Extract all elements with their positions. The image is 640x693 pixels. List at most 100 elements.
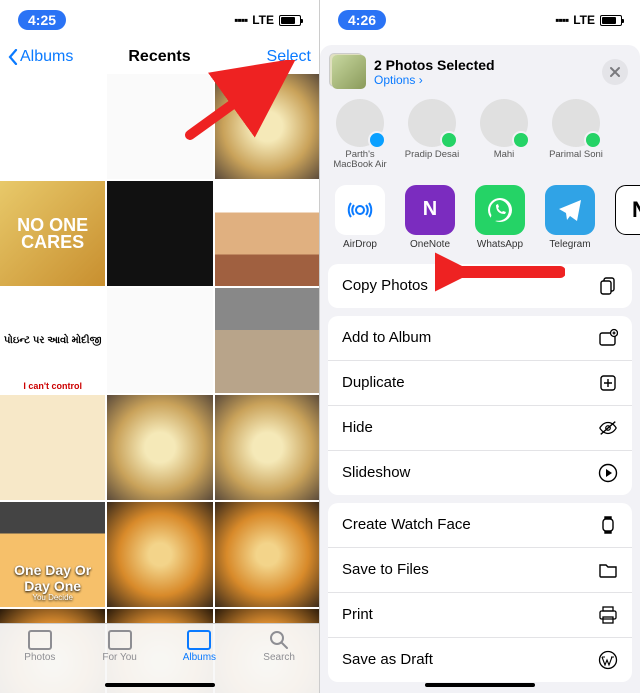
action-row-album[interactable]: Add to Album bbox=[328, 316, 632, 361]
action-label: Save as Draft bbox=[342, 651, 433, 668]
avatar-icon bbox=[480, 99, 528, 147]
photo-thumbnail[interactable] bbox=[215, 288, 320, 393]
share-target[interactable]: Pradip Desai bbox=[402, 99, 462, 171]
battery-icon bbox=[600, 15, 622, 26]
tab-search[interactable]: Search bbox=[239, 630, 319, 663]
tab-foryou[interactable]: For You bbox=[80, 630, 160, 663]
status-right: ▪▪▪▪ LTE bbox=[555, 13, 622, 27]
action-label: Duplicate bbox=[342, 374, 405, 391]
photo-thumbnail[interactable] bbox=[107, 502, 212, 607]
play-icon bbox=[598, 463, 618, 483]
heart-icon bbox=[108, 630, 132, 650]
photo-thumbnail[interactable] bbox=[0, 395, 105, 500]
sheet-title: 2 Photos Selected bbox=[374, 57, 594, 73]
watch-icon bbox=[598, 515, 618, 535]
partial-icon: N bbox=[615, 185, 640, 235]
action-section: Add to Album Duplicate Hide Slideshow bbox=[328, 316, 632, 495]
target-label: Pradip Desai bbox=[405, 150, 459, 170]
wp-icon bbox=[598, 650, 618, 670]
action-row-wp[interactable]: Save as Draft bbox=[328, 638, 632, 682]
photo-thumbnail[interactable] bbox=[107, 395, 212, 500]
target-label: Parimal Soni bbox=[549, 150, 603, 170]
action-row-print[interactable]: Print bbox=[328, 593, 632, 638]
status-right: ▪▪▪▪ LTE bbox=[234, 13, 301, 27]
selection-thumbnail-icon bbox=[332, 55, 366, 89]
avatar-icon bbox=[408, 99, 456, 147]
status-bar: 4:25 ▪▪▪▪ LTE bbox=[0, 0, 319, 40]
close-button[interactable] bbox=[602, 59, 628, 85]
target-label: Parth's MacBook Air bbox=[330, 150, 390, 171]
share-sheet: 2 Photos Selected Options › Parth's MacB… bbox=[320, 45, 640, 693]
home-indicator[interactable] bbox=[425, 683, 535, 687]
action-label: Hide bbox=[342, 419, 373, 436]
target-label: Mahi bbox=[494, 150, 515, 170]
whatsapp-icon bbox=[475, 185, 525, 235]
action-section: Copy Photos bbox=[328, 264, 632, 308]
photo-thumbnail[interactable] bbox=[215, 74, 320, 179]
share-app[interactable]: AirDrop bbox=[332, 185, 388, 250]
chevron-left-icon bbox=[8, 49, 18, 65]
photo-thumbnail[interactable] bbox=[107, 288, 212, 393]
avatar-icon bbox=[552, 99, 600, 147]
battery-icon bbox=[279, 15, 301, 26]
app-label: WhatsApp bbox=[477, 239, 523, 250]
photo-thumbnail[interactable] bbox=[107, 74, 212, 179]
photo-thumbnail[interactable] bbox=[215, 502, 320, 607]
share-app[interactable]: WhatsApp bbox=[472, 185, 528, 250]
status-clock: 4:25 bbox=[18, 10, 66, 30]
options-button[interactable]: Options › bbox=[374, 73, 594, 87]
share-targets-row[interactable]: Parth's MacBook Air Pradip Desai Mahi Parim… bbox=[320, 99, 640, 177]
onenote-icon: N bbox=[405, 185, 455, 235]
action-row-copy[interactable]: Copy Photos bbox=[328, 264, 632, 308]
action-row-duplicate[interactable]: Duplicate bbox=[328, 361, 632, 406]
share-target[interactable]: Mahi bbox=[474, 99, 534, 171]
status-clock: 4:26 bbox=[338, 10, 386, 30]
sheet-header: 2 Photos Selected Options › bbox=[320, 45, 640, 99]
action-row-watch[interactable]: Create Watch Face bbox=[328, 503, 632, 548]
action-row-play[interactable]: Slideshow bbox=[328, 451, 632, 495]
nav-header: Albums Recents Select bbox=[0, 40, 319, 74]
share-app[interactable]: N bbox=[612, 185, 640, 250]
share-apps-row[interactable]: AirDrop N OneNote WhatsApp Telegram N bbox=[320, 177, 640, 256]
telegram-icon bbox=[545, 185, 595, 235]
photos-icon bbox=[28, 630, 52, 650]
app-label: OneNote bbox=[410, 239, 450, 250]
photo-grid: NO ONE CARES પોઇન્ટ પર આવો મોદીજી I can'… bbox=[0, 74, 320, 693]
avatar-icon bbox=[336, 99, 384, 147]
photo-thumbnail[interactable]: પોઇન્ટ પર આવો મોદીજી I can't control bbox=[0, 288, 105, 393]
back-label: Albums bbox=[20, 48, 73, 66]
tab-photos[interactable]: Photos bbox=[0, 630, 80, 663]
home-indicator[interactable] bbox=[105, 683, 215, 687]
select-button[interactable]: Select bbox=[267, 48, 311, 66]
share-app[interactable]: Telegram bbox=[542, 185, 598, 250]
photo-thumbnail[interactable] bbox=[215, 395, 320, 500]
share-target[interactable]: Parth's MacBook Air bbox=[330, 99, 390, 171]
copy-icon bbox=[598, 276, 618, 296]
photo-thumbnail[interactable] bbox=[215, 181, 320, 286]
action-label: Add to Album bbox=[342, 329, 431, 346]
action-row-folder[interactable]: Save to Files bbox=[328, 548, 632, 593]
folder-icon bbox=[598, 560, 618, 580]
action-label: Print bbox=[342, 606, 373, 623]
airdrop-icon bbox=[335, 185, 385, 235]
hide-icon bbox=[598, 418, 618, 438]
albums-icon bbox=[187, 630, 211, 650]
photo-thumbnail[interactable]: NO ONE CARES bbox=[0, 181, 105, 286]
photo-thumbnail[interactable] bbox=[0, 74, 105, 179]
action-label: Copy Photos bbox=[342, 277, 428, 294]
back-button[interactable]: Albums bbox=[8, 48, 73, 66]
share-app[interactable]: N OneNote bbox=[402, 185, 458, 250]
action-label: Save to Files bbox=[342, 561, 429, 578]
signal-icon: ▪▪▪▪ bbox=[234, 13, 247, 27]
share-target[interactable]: Parimal Soni bbox=[546, 99, 606, 171]
photo-thumbnail[interactable] bbox=[107, 181, 212, 286]
close-icon bbox=[609, 66, 621, 78]
action-label: Slideshow bbox=[342, 464, 410, 481]
action-row-hide[interactable]: Hide bbox=[328, 406, 632, 451]
tab-bar: Photos For You Albums Search bbox=[0, 623, 319, 693]
app-label: Telegram bbox=[549, 239, 590, 250]
photo-thumbnail[interactable]: One Day Or Day One You Decide bbox=[0, 502, 105, 607]
action-section: Create Watch Face Save to Files Print Save … bbox=[328, 503, 632, 682]
tab-albums[interactable]: Albums bbox=[160, 630, 240, 663]
network-label: LTE bbox=[573, 13, 595, 27]
